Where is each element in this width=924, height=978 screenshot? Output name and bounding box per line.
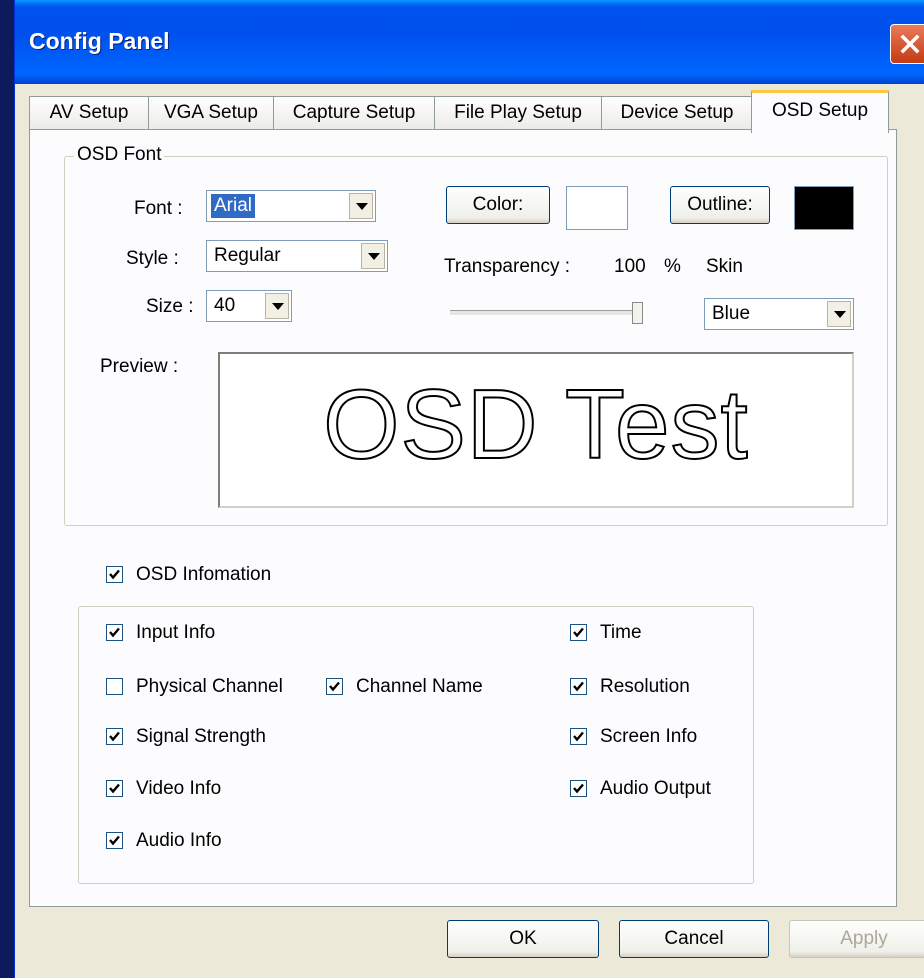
checkmark-icon: [109, 569, 120, 580]
signal-strength-checkbox[interactable]: Signal Strength: [106, 726, 326, 750]
preview-text: OSD Test: [322, 368, 749, 480]
size-select-value: 40: [214, 295, 236, 316]
input-info-label: Input Info: [136, 622, 216, 643]
resolution-checkbox[interactable]: Resolution: [570, 676, 740, 700]
transparency-slider-thumb[interactable]: [632, 302, 643, 324]
checkmark-icon: [329, 681, 340, 692]
checkbox-box[interactable]: [106, 780, 123, 797]
size-select[interactable]: 40: [206, 290, 292, 322]
preview-box: OSD Test: [218, 352, 854, 508]
input-info-checkbox[interactable]: Input Info: [106, 622, 306, 646]
checkbox-box[interactable]: [106, 566, 123, 583]
checkmark-icon: [573, 731, 584, 742]
checkbox-box[interactable]: [326, 678, 343, 695]
osd-font-group-title: OSD Font: [74, 144, 165, 166]
transparency-label: Transparency :: [444, 256, 571, 277]
style-select-value: Regular: [214, 245, 281, 266]
checkmark-icon: [573, 681, 584, 692]
screen-info-label: Screen Info: [600, 726, 698, 747]
chevron-down-icon[interactable]: [265, 293, 289, 319]
video-info-label: Video Info: [136, 778, 222, 799]
ok-button[interactable]: OK: [447, 920, 599, 958]
checkmark-icon: [109, 731, 120, 742]
checkbox-box[interactable]: [570, 624, 587, 641]
time-checkbox[interactable]: Time: [570, 622, 730, 646]
transparency-unit: %: [664, 256, 681, 277]
color-swatch[interactable]: [566, 186, 628, 230]
chevron-down-icon[interactable]: [827, 301, 851, 327]
background-strip: [0, 0, 14, 978]
config-panel-window: Config Panel AV Setup VGA Setup Capture …: [14, 0, 924, 978]
transparency-slider-track[interactable]: [450, 310, 642, 316]
window-title: Config Panel: [29, 28, 170, 54]
tab-capture-setup[interactable]: Capture Setup: [273, 96, 435, 129]
close-icon: [900, 34, 920, 54]
style-select[interactable]: Regular: [206, 240, 388, 272]
signal-strength-label: Signal Strength: [136, 726, 266, 747]
skin-select[interactable]: Blue: [704, 298, 854, 330]
audio-info-checkbox[interactable]: Audio Info: [106, 830, 306, 854]
audio-info-label: Audio Info: [136, 830, 222, 851]
tab-osd-setup[interactable]: OSD Setup: [751, 90, 889, 133]
apply-button[interactable]: Apply: [789, 920, 924, 958]
color-button[interactable]: Color:: [446, 186, 550, 224]
checkbox-box[interactable]: [106, 624, 123, 641]
osd-information-label: OSD Infomation: [136, 564, 272, 585]
resolution-label: Resolution: [600, 676, 690, 697]
checkmark-icon: [109, 783, 120, 794]
title-bar[interactable]: Config Panel: [15, 0, 924, 84]
tab-vga-setup[interactable]: VGA Setup: [148, 96, 274, 129]
physical-channel-checkbox[interactable]: Physical Channel: [106, 676, 316, 700]
checkbox-box[interactable]: [570, 780, 587, 797]
close-button[interactable]: [890, 24, 924, 64]
cancel-button[interactable]: Cancel: [619, 920, 769, 958]
osd-information-checkbox[interactable]: OSD Infomation: [106, 564, 346, 588]
font-select[interactable]: Arial: [206, 190, 376, 222]
audio-output-checkbox[interactable]: Audio Output: [570, 778, 740, 802]
skin-select-value: Blue: [712, 303, 751, 324]
tab-device-setup[interactable]: Device Setup: [601, 96, 753, 129]
checkbox-box[interactable]: [570, 728, 587, 745]
checkmark-icon: [109, 835, 120, 846]
style-label: Style :: [126, 248, 179, 269]
skin-label: Skin: [706, 256, 743, 277]
outline-button[interactable]: Outline:: [670, 186, 770, 224]
font-select-value: Arial: [211, 194, 256, 218]
checkbox-box[interactable]: [106, 728, 123, 745]
osd-setup-page: OSD Font Font : Arial Style : Regular Si…: [29, 129, 897, 907]
chevron-down-icon[interactable]: [349, 193, 373, 219]
chevron-down-icon[interactable]: [361, 243, 385, 269]
video-info-checkbox[interactable]: Video Info: [106, 778, 306, 802]
tab-av-setup[interactable]: AV Setup: [29, 96, 149, 129]
channel-name-checkbox[interactable]: Channel Name: [326, 676, 516, 700]
transparency-value: 100: [614, 256, 646, 277]
time-label: Time: [600, 622, 642, 643]
preview-label: Preview :: [100, 356, 179, 377]
checkbox-box[interactable]: [106, 832, 123, 849]
tab-file-play-setup[interactable]: File Play Setup: [434, 96, 602, 129]
size-label: Size :: [146, 296, 194, 317]
checkbox-box[interactable]: [106, 678, 123, 695]
audio-output-label: Audio Output: [600, 778, 711, 799]
checkmark-icon: [573, 783, 584, 794]
checkmark-icon: [109, 627, 120, 638]
physical-channel-label: Physical Channel: [136, 676, 283, 697]
checkbox-box[interactable]: [570, 678, 587, 695]
channel-name-label: Channel Name: [356, 676, 483, 697]
screen-info-checkbox[interactable]: Screen Info: [570, 726, 740, 750]
checkmark-icon: [573, 627, 584, 638]
outline-swatch[interactable]: [794, 186, 854, 230]
font-label: Font :: [134, 198, 183, 219]
